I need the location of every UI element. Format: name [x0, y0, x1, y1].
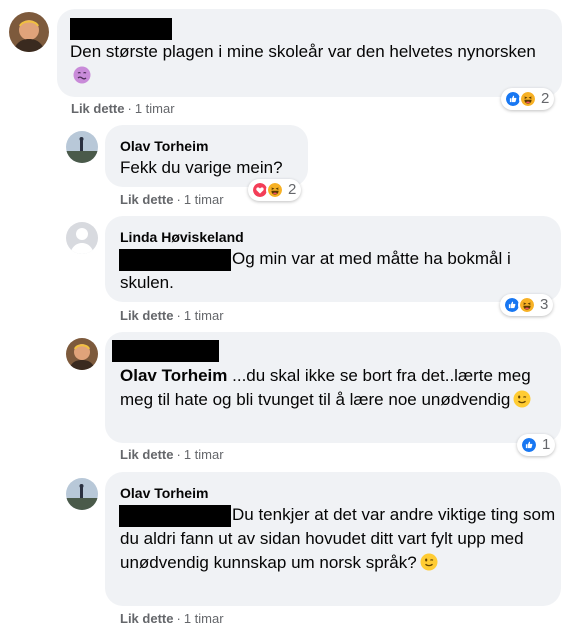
avatar[interactable] [66, 338, 98, 370]
timestamp[interactable]: 1 timar [184, 192, 224, 207]
comment-actions: Lik dette · 1 timar [120, 611, 224, 626]
like-link[interactable]: Lik dette [120, 447, 173, 462]
reaction-count: 2 [541, 90, 550, 107]
winking-face-icon [420, 553, 438, 571]
author-name[interactable]: Olav Torheim [120, 484, 208, 502]
like-link[interactable]: Lik dette [120, 611, 173, 626]
like-icon [520, 436, 538, 454]
winking-face-icon [513, 390, 531, 408]
reaction-count: 3 [540, 296, 549, 313]
reaction-count: 1 [542, 436, 551, 453]
haha-icon [266, 181, 284, 199]
nauseated-face-icon [73, 66, 91, 84]
avatar[interactable] [66, 222, 98, 254]
author-name[interactable]: Olav Torheim [120, 137, 208, 155]
comment-actions: Lik dette · 1 timar [120, 192, 224, 207]
mention-link[interactable]: Olav Torheim [120, 366, 227, 385]
avatar[interactable] [66, 131, 98, 163]
reaction-summary[interactable]: 2 [248, 179, 302, 201]
avatar[interactable] [9, 12, 49, 52]
like-link[interactable]: Lik dette [120, 192, 173, 207]
timestamp[interactable]: 1 timar [184, 308, 224, 323]
like-link[interactable]: Lik dette [71, 101, 124, 116]
redacted-author-name [70, 18, 172, 40]
timestamp[interactable]: 1 timar [135, 101, 175, 116]
redacted-author-name [112, 340, 219, 362]
reaction-summary[interactable]: 2 [501, 88, 555, 110]
timestamp[interactable]: 1 timar [184, 447, 224, 462]
comment-text: Og min var at med måtte ha bokmål i skul… [120, 249, 511, 292]
comment-text: Olav Torheim ...du skal ikke se bort fra… [120, 366, 531, 409]
haha-icon [519, 90, 537, 108]
haha-icon [518, 296, 536, 314]
comment-actions: Lik dette · 1 timar [120, 447, 224, 462]
comment-text: Den største plagen i mine skoleår var de… [70, 40, 540, 88]
comment-actions: Lik dette · 1 timar [71, 101, 175, 116]
like-link[interactable]: Lik dette [120, 308, 173, 323]
reaction-summary[interactable]: 3 [500, 294, 554, 316]
author-name[interactable]: Linda Høviskeland [120, 228, 244, 246]
timestamp[interactable]: 1 timar [184, 611, 224, 626]
comment-text: Du tenkjer at det var andre viktige ting… [120, 505, 556, 572]
reaction-summary[interactable]: 1 [517, 434, 556, 456]
reaction-count: 2 [288, 181, 297, 198]
avatar[interactable] [66, 478, 98, 510]
comment-text: Fekk du varige mein? [120, 158, 283, 177]
comment-actions: Lik dette · 1 timar [120, 308, 224, 323]
